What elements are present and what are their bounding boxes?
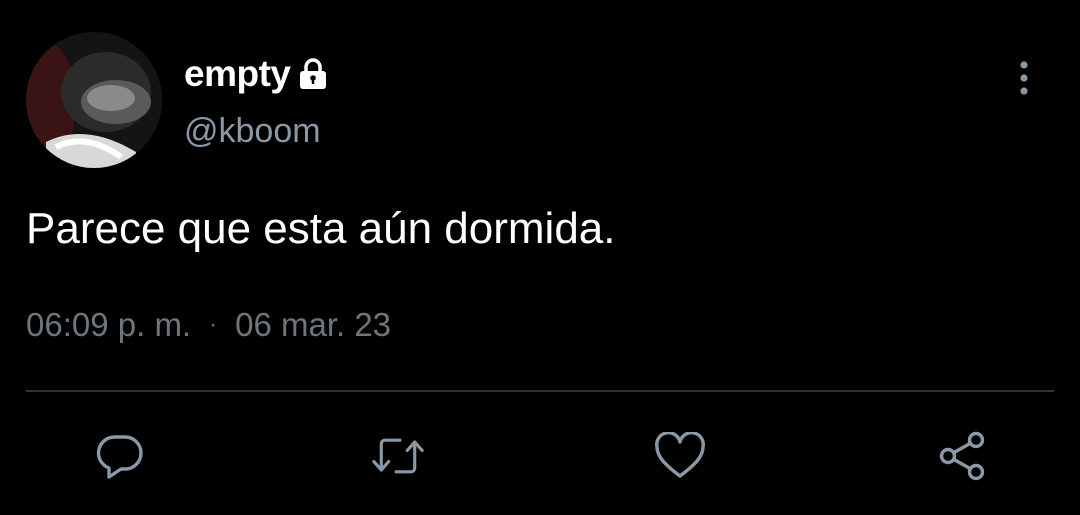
more-options-button[interactable] <box>1004 56 1044 100</box>
share-button[interactable] <box>936 430 988 482</box>
tweet-date[interactable]: 06 mar. 23 <box>235 306 391 344</box>
reply-icon <box>96 435 143 479</box>
tweet-meta: 06:09 p. m. · 06 mar. 23 <box>26 306 391 344</box>
divider <box>26 390 1054 392</box>
reply-button[interactable] <box>94 430 146 482</box>
tweet-card: empty @kboom Parece que esta aún dormida… <box>0 0 1080 515</box>
name-row: empty <box>184 52 330 96</box>
share-icon <box>939 431 985 481</box>
avatar-image <box>26 32 162 168</box>
avatar[interactable] <box>26 32 162 168</box>
display-name[interactable]: empty <box>184 53 291 95</box>
retweet-button[interactable] <box>372 430 424 482</box>
lock-icon <box>296 57 330 91</box>
retweet-icon <box>372 438 424 474</box>
tweet-text: Parece que esta aún dormida. <box>26 204 616 253</box>
more-vertical-icon <box>1020 61 1028 95</box>
user-handle[interactable]: @kboom <box>184 112 321 151</box>
meta-separator: · <box>209 311 218 338</box>
like-button[interactable] <box>654 430 706 482</box>
like-icon <box>655 432 705 478</box>
tweet-time[interactable]: 06:09 p. m. <box>26 306 191 344</box>
